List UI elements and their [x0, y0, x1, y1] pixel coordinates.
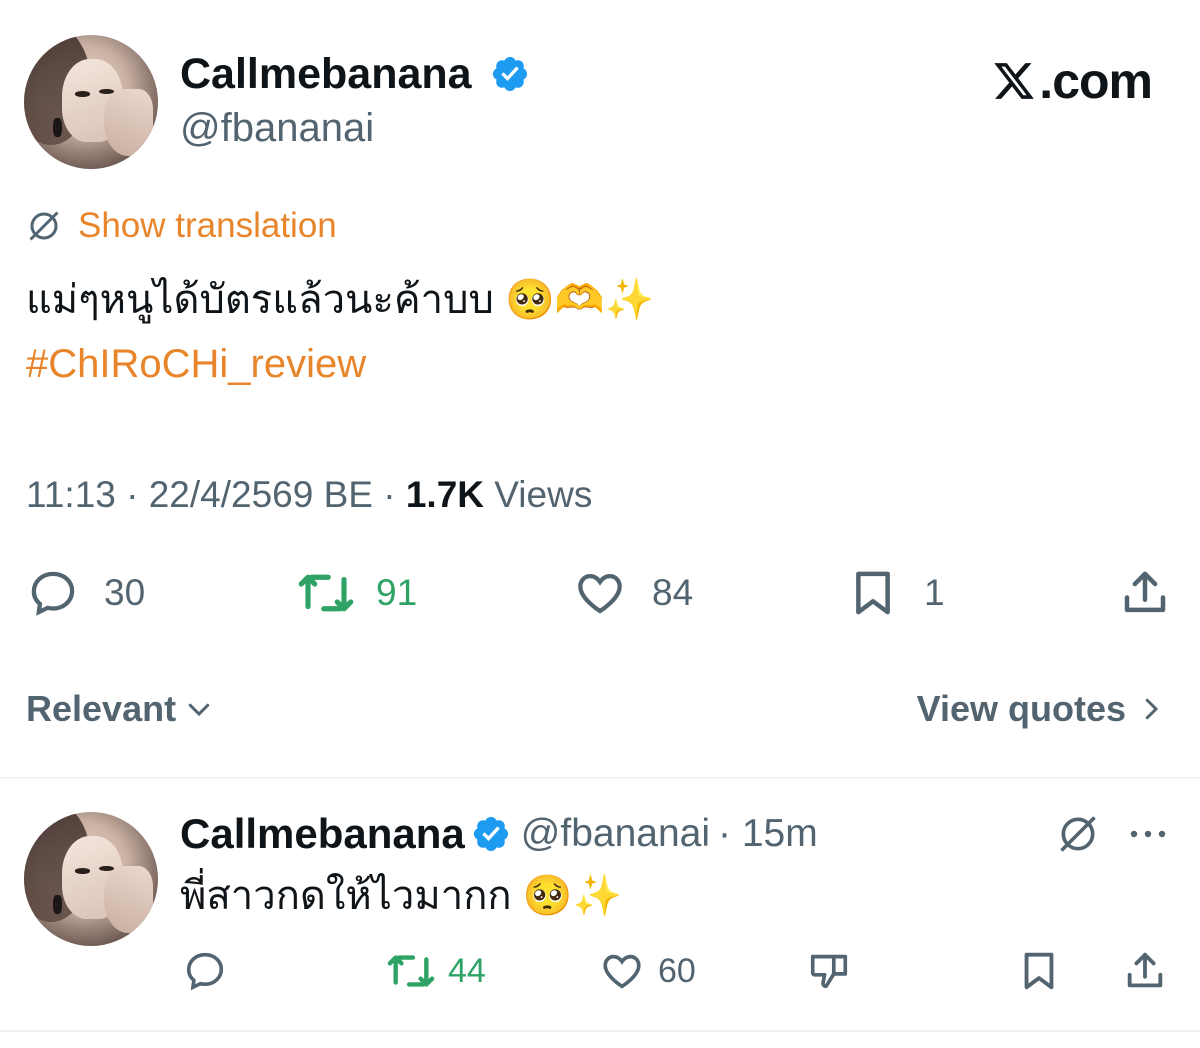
reply-text: พี่สาวกดให้ไวมากก 🥺✨ — [180, 864, 622, 928]
bookmark-button[interactable]: 1 — [846, 566, 945, 620]
bookmark-icon — [856, 571, 890, 615]
reply-like-count: 60 — [658, 951, 696, 990]
repost-count: 91 — [376, 572, 418, 613]
reply-bookmark-button[interactable] — [1016, 948, 1062, 994]
reply-dislike-button[interactable] — [806, 948, 852, 994]
share-button[interactable] — [1118, 566, 1172, 620]
tweet-text: แม่ๆหนูได้บัตรแล้วนะค้าบบ 🥺🫶✨ #ChIRoCHi_… — [26, 268, 654, 396]
hashtag-link[interactable]: #ChIRoCHi_review — [26, 332, 654, 396]
like-button[interactable]: 84 — [572, 566, 693, 620]
repost-icon — [387, 955, 435, 987]
share-icon — [1124, 571, 1166, 613]
tweet-timestamp[interactable]: 11:13 · 22/4/2569 BE · — [26, 474, 406, 515]
reply-count: 30 — [104, 572, 146, 613]
author-avatar[interactable] — [24, 35, 158, 169]
reply-author-avatar[interactable] — [24, 812, 158, 946]
divider — [0, 777, 1200, 779]
like-count: 84 — [652, 572, 694, 613]
reply-repost-count: 44 — [448, 951, 486, 990]
reply-timestamp[interactable]: · 15m — [718, 812, 818, 856]
tweet-emojis: 🥺🫶✨ — [505, 277, 655, 323]
heart-icon — [603, 954, 641, 989]
reply-like-button[interactable]: 60 — [598, 948, 696, 994]
verified-badge-icon — [492, 56, 527, 91]
reply-icon — [186, 952, 224, 991]
reply-author-name[interactable]: Callmebanana @fbananai · 15m — [180, 810, 818, 858]
views-label: Views — [484, 474, 593, 515]
repost-icon — [298, 574, 354, 612]
thumbs-down-icon — [810, 954, 848, 989]
reply-text-body: พี่สาวกดให้ไวมากก — [180, 874, 512, 918]
reply-author-handle[interactable]: @fbananai — [521, 812, 710, 856]
reply-repost-button[interactable]: 44 — [386, 948, 486, 994]
reply-button[interactable]: 30 — [26, 566, 145, 620]
reply-reply-button[interactable] — [182, 948, 228, 994]
share-icon — [1127, 952, 1163, 988]
divider — [0, 1030, 1200, 1032]
author-handle[interactable]: @fbananai — [180, 106, 374, 151]
chevron-down-icon — [188, 703, 210, 717]
more-options-icon[interactable] — [1128, 824, 1172, 844]
chevron-right-icon — [1145, 698, 1159, 720]
translate-icon — [29, 211, 59, 241]
author-name[interactable]: Callmebanana — [180, 50, 530, 99]
reply-emojis: 🥺✨ — [522, 873, 623, 919]
x-logo-icon — [994, 63, 1035, 99]
reply-share-button[interactable] — [1122, 948, 1168, 994]
show-translation-link[interactable]: Show translation — [26, 206, 337, 246]
repost-button[interactable]: 91 — [296, 566, 417, 620]
tweet-detail-page: Callmebanana @fbananai .com Show transla… — [0, 0, 1200, 1048]
site-watermark: .com — [991, 52, 1153, 110]
sort-dropdown[interactable]: Relevant — [26, 688, 214, 730]
bookmark-icon — [1024, 952, 1054, 990]
views-count: 1.7K — [405, 474, 485, 515]
translate-icon[interactable] — [1056, 812, 1100, 856]
tweet-meta: 11:13 · 22/4/2569 BE · 1.7K Views — [26, 474, 592, 516]
bookmark-count: 1 — [924, 572, 945, 613]
tweet-text-line: แม่ๆหนูได้บัตรแล้วนะค้าบบ — [26, 278, 494, 322]
verified-badge-icon — [473, 816, 508, 852]
view-quotes-link[interactable]: View quotes — [917, 688, 1166, 730]
heart-icon — [578, 573, 622, 614]
reply-icon — [31, 571, 75, 616]
